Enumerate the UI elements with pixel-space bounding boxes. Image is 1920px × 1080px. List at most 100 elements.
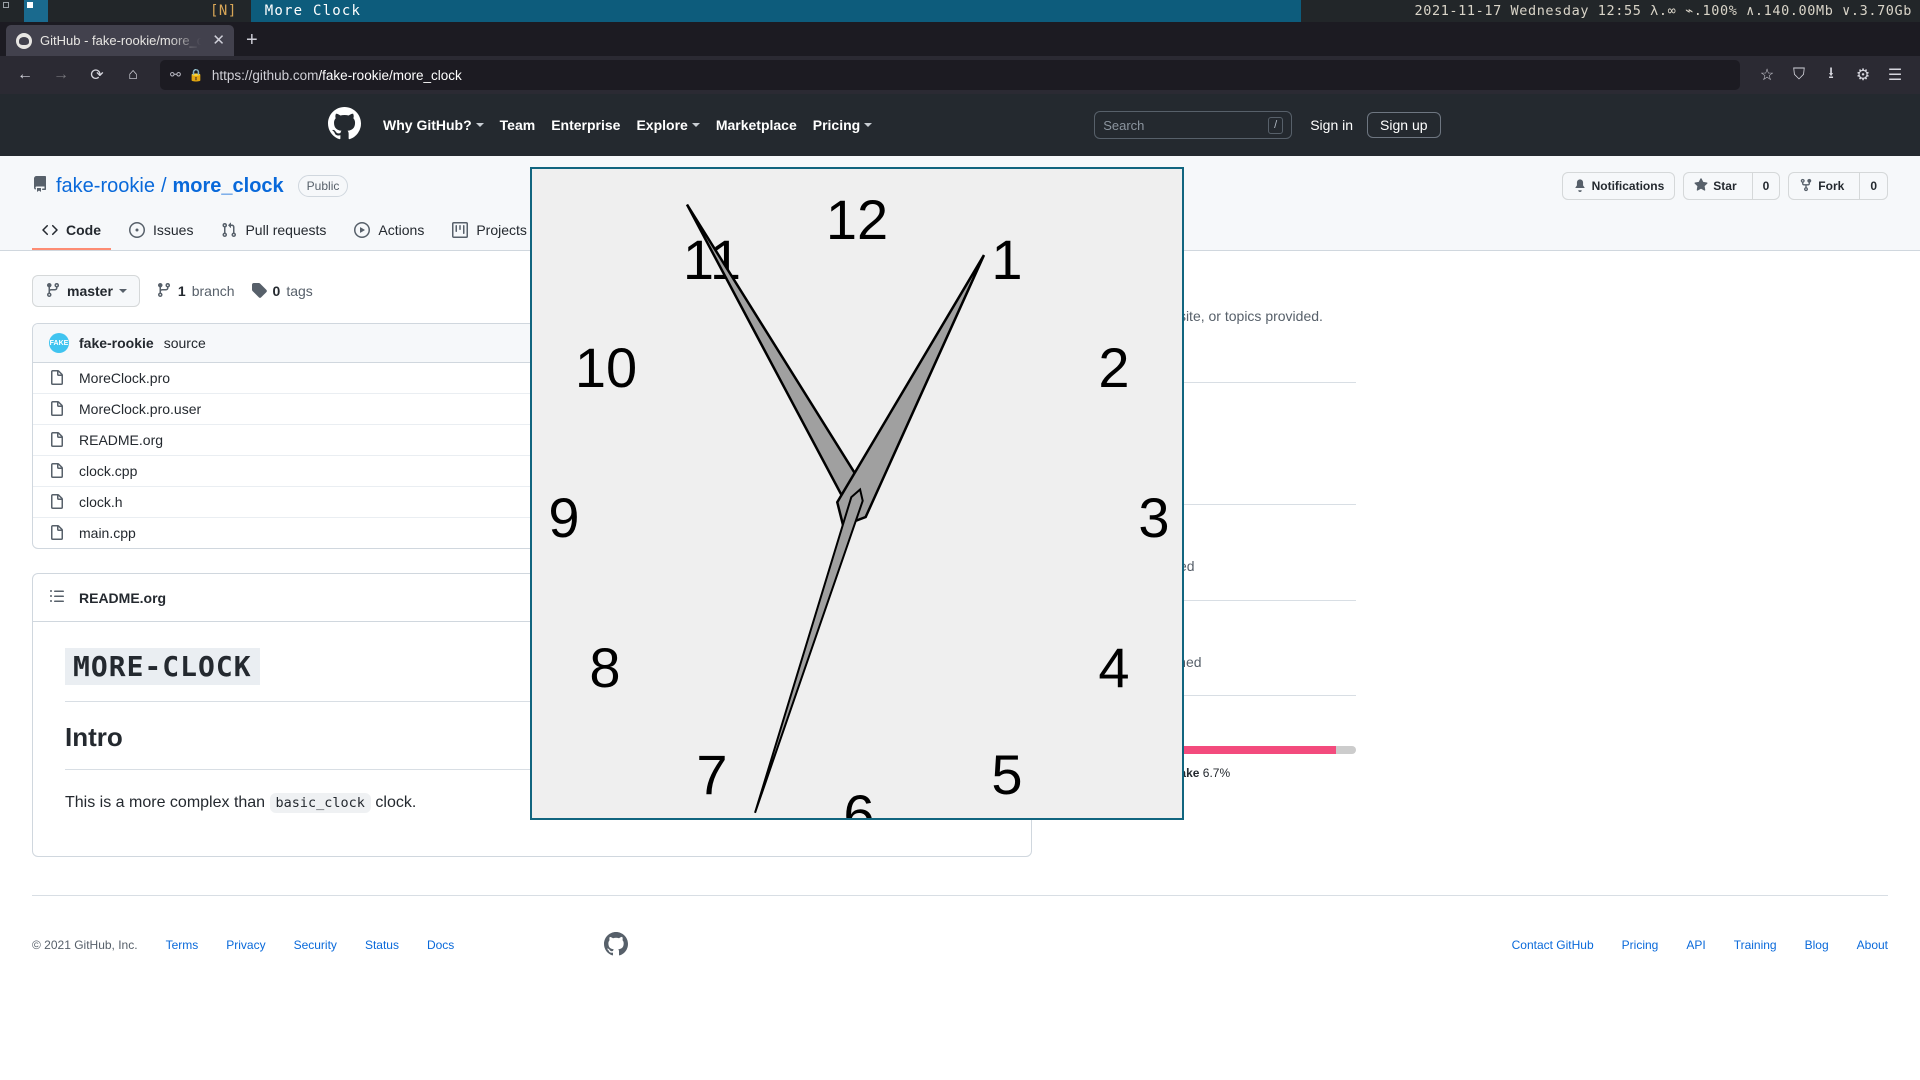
extensions-icon[interactable]: ⚙ — [1848, 60, 1878, 90]
branch-selector[interactable]: master — [32, 275, 140, 307]
forward-button[interactable]: → — [46, 60, 76, 90]
branch-icon — [45, 282, 61, 301]
repo-icon — [32, 175, 48, 197]
wm-tag-4[interactable] — [72, 0, 96, 22]
bookmark-star-icon[interactable]: ☆ — [1752, 60, 1782, 90]
wm-tag-7[interactable] — [144, 0, 168, 22]
footer-link-privacy[interactable]: Privacy — [226, 938, 265, 952]
footer-link-status[interactable]: Status — [365, 938, 399, 952]
nav-item-team[interactable]: Team — [500, 117, 536, 133]
address-bar[interactable]: ⚯ 🔒 https://github.com/fake-rookie/more_… — [160, 60, 1740, 90]
avatar[interactable]: FAKE — [49, 333, 69, 353]
branch-count[interactable]: 1 branch — [156, 282, 235, 301]
shield-icon[interactable]: ⚯ — [170, 67, 181, 83]
wm-tag-6[interactable] — [120, 0, 144, 22]
browser-tab-strip: GitHub - fake-rookie/more_clock ✕ + — [0, 22, 1920, 56]
downloads-icon[interactable]: ⭳ — [1816, 60, 1846, 90]
nav-item-marketplace[interactable]: Marketplace — [716, 117, 797, 133]
footer-link-api[interactable]: API — [1686, 938, 1705, 952]
footer-link-terms[interactable]: Terms — [166, 938, 199, 952]
file-name[interactable]: MoreClock.pro — [79, 370, 170, 386]
repo-visibility-badge: Public — [297, 175, 349, 197]
wm-tag-5[interactable] — [96, 0, 120, 22]
star-button[interactable]: Star 0 — [1683, 172, 1781, 200]
nav-item-pricing[interactable]: Pricing — [813, 117, 873, 133]
app-menu-icon[interactable]: ☰ — [1880, 60, 1910, 90]
tab-actions[interactable]: Actions — [344, 214, 434, 250]
footer-link-blog[interactable]: Blog — [1805, 938, 1829, 952]
tab-projects[interactable]: Projects — [442, 214, 537, 250]
wm-layout-indicator[interactable]: [N] — [192, 0, 251, 22]
clock-numeral-12: 12 — [826, 188, 888, 251]
more-clock-window[interactable]: 12 1 2 3 4 5 6 7 8 9 10 11 — [530, 167, 1184, 820]
paragraph-text-after: clock. — [370, 794, 417, 811]
star-segment[interactable]: Star — [1684, 173, 1746, 199]
repo-separator: / — [160, 174, 167, 197]
fork-segment[interactable]: Fork — [1789, 173, 1854, 199]
clock-numeral-10: 10 — [575, 336, 637, 399]
fork-label: Fork — [1818, 179, 1845, 193]
chevron-down-icon — [475, 123, 484, 127]
sign-up-button[interactable]: Sign up — [1367, 112, 1441, 138]
search-input[interactable]: Search / — [1094, 111, 1293, 139]
wm-tag-3[interactable] — [48, 0, 72, 22]
branch-count-label: branch — [191, 283, 235, 299]
tag-count[interactable]: 0 tags — [251, 282, 313, 301]
nav-item-why-github[interactable]: Why GitHub? — [383, 117, 484, 133]
footer-link-docs[interactable]: Docs — [427, 938, 454, 952]
file-name[interactable]: clock.h — [79, 494, 123, 510]
file-name[interactable]: main.cpp — [79, 525, 136, 541]
repo-owner-link[interactable]: fake-rookie — [56, 175, 155, 198]
language-percent: 6.7% — [1202, 766, 1231, 781]
account-icon[interactable]: ⛉ — [1784, 60, 1814, 90]
nav-label: Marketplace — [715, 117, 797, 133]
tab-label: Code — [66, 222, 101, 238]
notifications-label: Notifications — [1591, 179, 1665, 193]
nav-item-enterprise[interactable]: Enterprise — [551, 117, 620, 133]
tab-pull-requests[interactable]: Pull requests — [211, 214, 336, 250]
home-button[interactable]: ⌂ — [118, 60, 148, 90]
footer-link-security[interactable]: Security — [294, 938, 337, 952]
tab-issues[interactable]: Issues — [119, 214, 203, 250]
file-name[interactable]: clock.cpp — [79, 463, 137, 479]
file-name[interactable]: MoreClock.pro.user — [79, 401, 201, 417]
footer-link-pricing[interactable]: Pricing — [1622, 938, 1659, 952]
github-logo-icon[interactable] — [604, 931, 629, 959]
footer-link-training[interactable]: Training — [1734, 938, 1777, 952]
lock-icon[interactable]: 🔒 — [189, 68, 204, 82]
file-name[interactable]: README.org — [79, 432, 163, 448]
tab-code[interactable]: Code — [32, 214, 111, 250]
nav-item-explore[interactable]: Explore — [636, 117, 700, 133]
list-unordered-icon[interactable] — [49, 588, 65, 607]
code-icon — [42, 222, 58, 238]
reload-button[interactable]: ⟳ — [82, 60, 112, 90]
footer-link-about[interactable]: About — [1857, 938, 1888, 952]
close-icon[interactable]: ✕ — [209, 33, 228, 48]
fork-button[interactable]: Fork 0 — [1788, 172, 1888, 200]
file-icon — [49, 463, 65, 479]
sign-in-link[interactable]: Sign in — [1310, 117, 1353, 133]
wm-window-title: More Clock — [250, 0, 1301, 22]
wm-tag-1[interactable] — [0, 0, 24, 22]
file-icon — [49, 370, 65, 386]
browser-tab[interactable]: GitHub - fake-rookie/more_clock ✕ — [6, 25, 234, 56]
commit-author[interactable]: fake-rookie — [79, 335, 154, 351]
bell-icon — [1573, 178, 1587, 195]
url-scheme: https://github.com — [211, 67, 319, 83]
repo-name-link[interactable]: more_clock — [173, 175, 284, 198]
wm-tag-2[interactable] — [24, 0, 48, 22]
wm-status-text: 2021-11-17 Wednesday 12:55 λ.∞ ⌁.100% ∧.… — [1300, 0, 1920, 22]
new-tab-button[interactable]: + — [234, 25, 270, 56]
back-button[interactable]: ← — [10, 60, 40, 90]
github-logo-icon[interactable] — [328, 107, 361, 143]
footer-link-contact-github[interactable]: Contact GitHub — [1512, 938, 1594, 952]
commit-message[interactable]: source — [164, 335, 206, 351]
tag-icon — [251, 282, 267, 301]
wm-tag-8[interactable] — [168, 0, 192, 22]
star-count: 0 — [1751, 173, 1780, 199]
notifications-button[interactable]: Notifications — [1561, 172, 1676, 200]
file-icon — [49, 525, 65, 541]
wm-status-bar: [N] More Clock 2021-11-17 Wednesday 12:5… — [0, 0, 1920, 22]
chevron-down-icon — [864, 123, 873, 127]
star-icon — [1694, 177, 1708, 195]
